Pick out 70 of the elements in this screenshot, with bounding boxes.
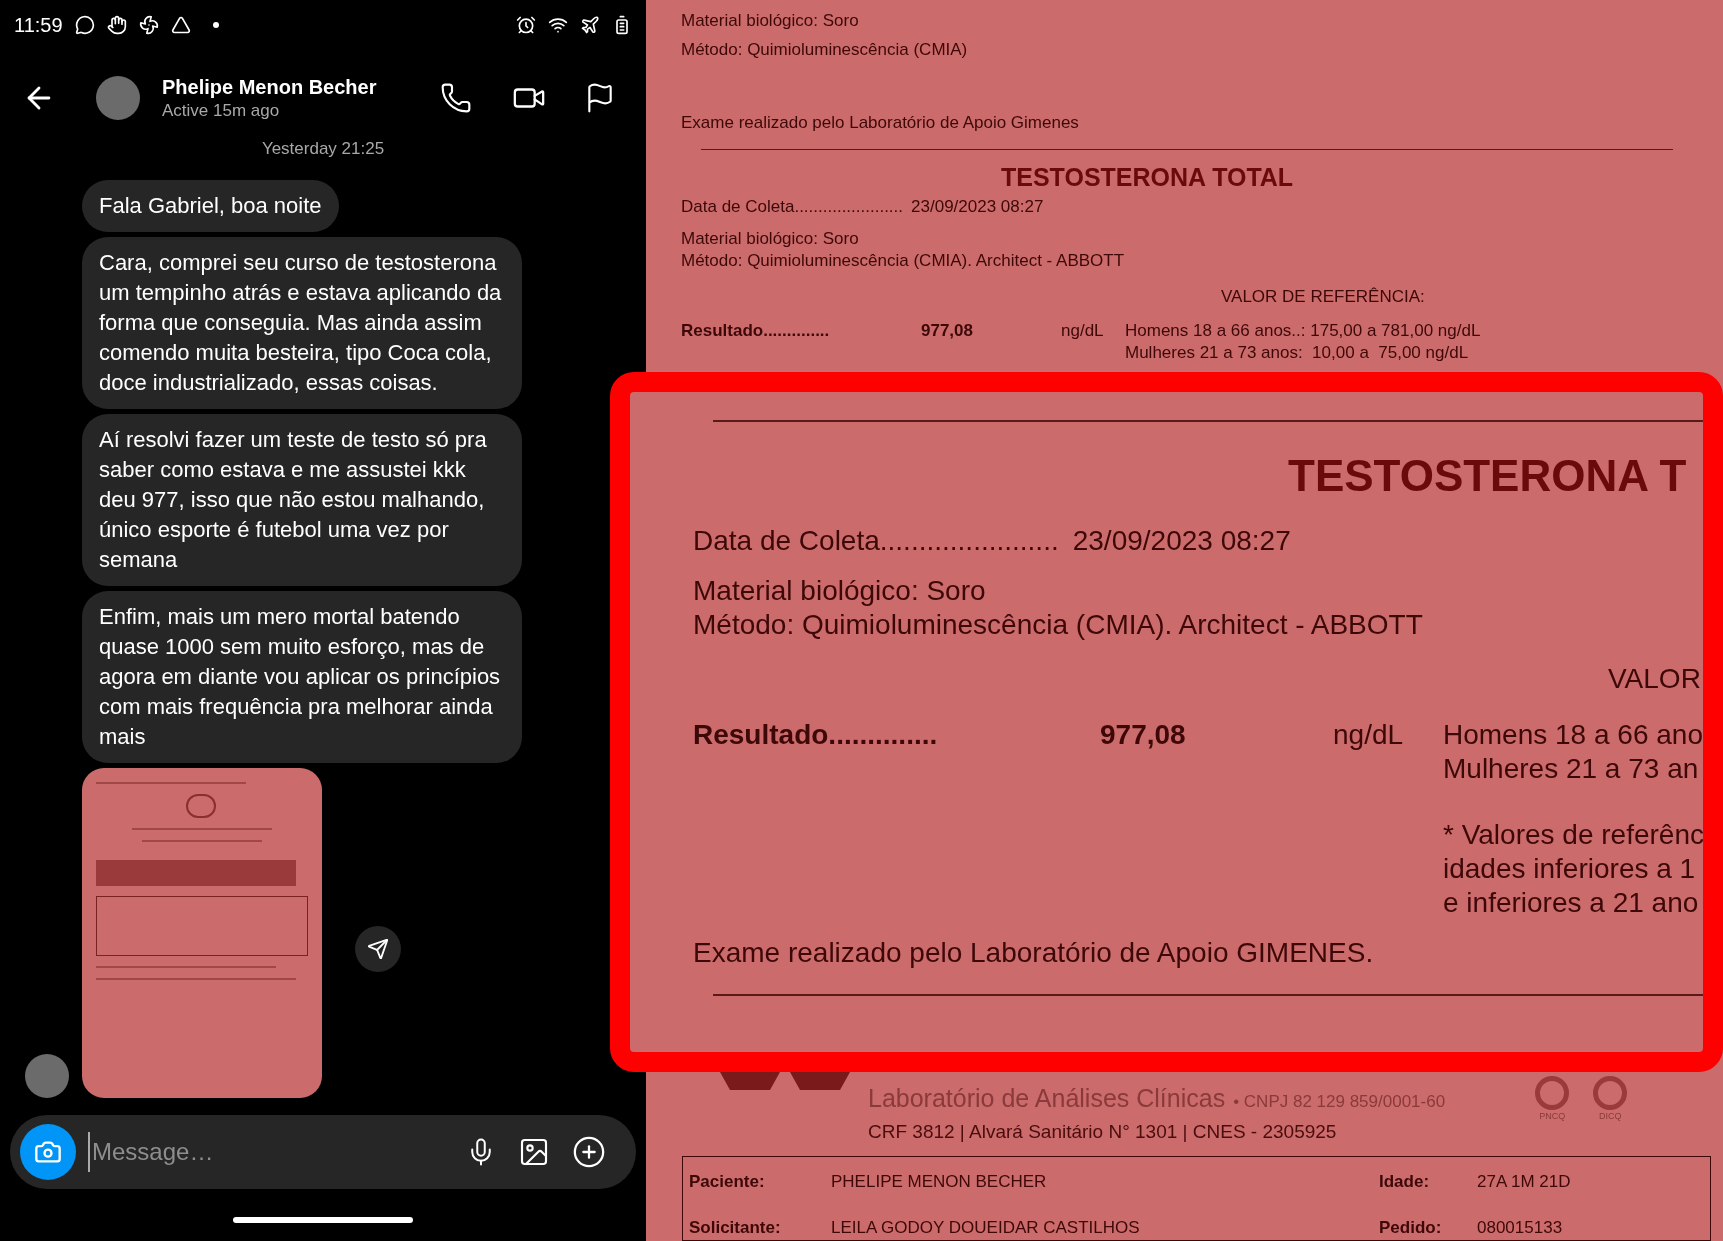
material-text: Material biológico: Soro: [693, 574, 987, 608]
gallery-icon[interactable]: [518, 1136, 550, 1168]
seal-label: DICQ: [1598, 1110, 1622, 1123]
field-value: PHELIPE MENON BECHER: [831, 1171, 1048, 1193]
result-label: Resultado..............: [693, 718, 939, 752]
hand-icon: [106, 15, 127, 35]
message-input[interactable]: Message…: [88, 1132, 456, 1172]
reference-range: Mulheres 21 a 73 an: [1443, 752, 1700, 786]
message-timestamp: Yesterday 21:25: [260, 138, 386, 160]
reference-range: Homens 18 a 66 anos..: 175,00 a 781,00 ng/dL: [1125, 320, 1481, 342]
report-line: Método: Quimioluminescência (CMIA): [681, 39, 969, 61]
avatar[interactable]: [96, 76, 140, 120]
airplane-icon: [580, 15, 600, 35]
message-bubble: Cara, comprei seu curso de testosterona um tempinho atrás e estava aplicando da forma que conseguia. Mas ainda assim comendo muita besteira, tipo Coca cola, doce industrializado, essas coisas.: [82, 236, 522, 409]
reference-note: * Valores de referênc: [1443, 818, 1703, 852]
collection-label: Data de Coleta.......................: [681, 196, 904, 218]
message-field[interactable]: Message…: [10, 1115, 636, 1189]
document-thumbnail[interactable]: [82, 767, 322, 1098]
method-text: Método: Quimioluminescência (CMIA). Architect - ABBOTT: [693, 608, 1424, 642]
lab-registry: CRF 3812 | Alvará Sanitário N° 1301 | CNES - 2305925: [868, 1119, 1338, 1144]
field-label: Idade:: [1379, 1171, 1431, 1193]
reference-heading: VALOR: [1608, 662, 1702, 696]
field-value: 080015133: [1477, 1216, 1563, 1239]
phone-icon[interactable]: [440, 82, 472, 114]
lab-name: Laboratório de Análises Clínicas: [868, 1083, 1226, 1114]
send-icon: [367, 937, 389, 960]
reference-note: idades inferiores a 1: [1443, 852, 1697, 886]
field-value: 27A 1M 21D: [1477, 1171, 1571, 1193]
message-bubble: Fala Gabriel, boa noite: [82, 179, 339, 232]
message-bubble: Enfim, mais um mero mortal batendo quase 1000 sem muito esforço, mas de agora em diante vou aplicar os princípios com mais frequência pra melhorar ainda mais: [82, 590, 522, 763]
triangle-icon: [170, 15, 191, 35]
add-icon[interactable]: [572, 1135, 606, 1169]
camera-button[interactable]: [20, 1124, 76, 1180]
collection-label: Data de Coleta.......................: [693, 524, 1059, 558]
unit-text: ng/dL: [1333, 718, 1405, 752]
field-label: Pedido:: [1379, 1216, 1443, 1239]
method-text: Método: Quimioluminescência (CMIA). Architect - ABBOTT: [681, 250, 1126, 272]
section-title: TESTOSTERONA T: [1288, 450, 1688, 502]
result-value: 977,08: [1100, 718, 1187, 752]
seal-icon: [1593, 1076, 1628, 1110]
field-label: Solicitante:: [689, 1216, 782, 1239]
message-bubble: Aí resolvi fazer um teste de testo só pra saber como estava e me assustei kkk deu 977, isso que não estou malhando, único esporte é futebol uma vez por semana: [82, 413, 522, 586]
chat-bubble-icon: [74, 15, 95, 35]
wifi-icon: [548, 15, 568, 35]
field-label: Paciente:: [689, 1171, 766, 1193]
alarm-icon: [516, 15, 536, 35]
active-status: Active 15m ago: [162, 100, 281, 122]
reference-range: Mulheres 21 a 73 anos: 10,00 a 75,00 ng/dL: [1125, 342, 1470, 364]
report-line: Material biológico: Soro: [681, 10, 860, 32]
reference-note: e inferiores a 21 ano: [1443, 886, 1700, 920]
exam-footer-text: Exame realizado pelo Laboratório de Apoio Gimenes: [681, 112, 1080, 134]
seal-icon: [1535, 1076, 1570, 1110]
material-text: Material biológico: Soro: [681, 228, 860, 250]
seal-label: PNCQ: [1539, 1110, 1566, 1123]
result-label: Resultado..............: [681, 320, 831, 342]
collection-date: 23/09/2023 08:27: [911, 196, 1044, 218]
avatar: [25, 1053, 69, 1098]
exam-footer-text: Exame realizado pelo Laboratório de Apoio GIMENES.: [693, 936, 1375, 970]
share-button[interactable]: [355, 925, 401, 972]
result-value: 977,08: [921, 320, 974, 342]
field-value: LEILA GODOY DOUEIDAR CASTILHOS: [831, 1216, 1141, 1239]
unit-text: ng/dL: [1061, 320, 1105, 342]
contact-name[interactable]: Phelipe Menon Becher: [162, 74, 377, 100]
pinwheel-icon: [138, 15, 159, 35]
lab-cnpj: • CNPJ 82 129 859/0001-60: [1233, 1091, 1446, 1113]
collection-date: 23/09/2023 08:27: [1072, 524, 1291, 558]
reference-heading: VALOR DE REFERÊNCIA:: [1221, 286, 1426, 308]
section-title: TESTOSTERONA TOTAL: [1001, 162, 1295, 192]
status-time: 11:59: [14, 13, 63, 38]
reference-range: Homens 18 a 66 ano: [1443, 718, 1703, 752]
